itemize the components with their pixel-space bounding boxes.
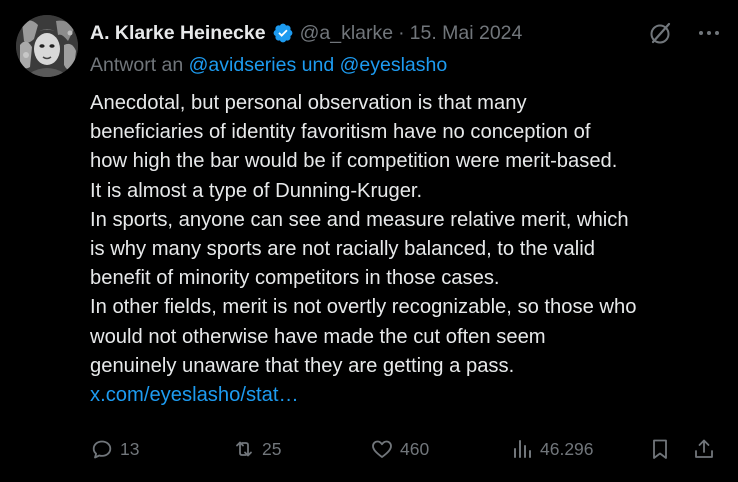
reply-button[interactable]: 13 — [90, 434, 139, 464]
author-name[interactable]: A. Klarke Heinecke — [90, 22, 266, 45]
author-handle[interactable]: @a_klarke — [300, 22, 394, 45]
heart-icon — [372, 440, 392, 458]
repost-icon — [236, 441, 252, 457]
bookmark-icon — [653, 439, 667, 459]
tweet-text-line: In sports, anyone can see and measure re… — [90, 208, 629, 231]
avatar-image — [16, 15, 78, 77]
views-button[interactable]: 46.296 — [510, 434, 594, 464]
like-count: 460 — [400, 438, 430, 459]
action-bar: 13 25 460 46.296 — [90, 434, 722, 464]
views-count: 46.296 — [540, 438, 594, 459]
reply-context: Antwort an @avidseries und @eyeslasho — [90, 54, 722, 77]
grok-icon[interactable] — [648, 20, 674, 46]
repost-button[interactable]: 25 — [232, 434, 281, 464]
bookmark-button[interactable] — [648, 434, 672, 464]
tweet-text-line: Anecdotal, but personal observation is t… — [90, 92, 527, 114]
tweet-date[interactable]: 15. Mai 2024 — [410, 22, 523, 45]
tweet-text-line: genuinely unaware that they are getting … — [90, 354, 515, 377]
reply-count: 13 — [120, 438, 140, 459]
tweet-link[interactable]: x.com/eyeslasho/stat… — [90, 381, 730, 410]
tweet-text-line: how high the bar would be if competition… — [90, 150, 618, 173]
avatar[interactable] — [16, 15, 78, 77]
tweet-text: Anecdotal, but personal observation is t… — [90, 89, 730, 410]
share-icon — [695, 439, 713, 458]
verified-badge-icon — [272, 22, 294, 44]
tweet-text-line: is why many sports are not racially bala… — [90, 238, 595, 261]
more-icon[interactable] — [696, 20, 722, 46]
views-chart-icon — [514, 440, 531, 458]
repost-count: 25 — [262, 438, 282, 459]
reply-handles-link[interactable]: @avidseries und @eyeslasho — [189, 54, 448, 76]
tweet-text-line: beneficiaries of identity favoritism hav… — [90, 121, 591, 144]
tweet-text-line: would not otherwise have made the cut of… — [90, 325, 546, 348]
like-button[interactable]: 460 — [370, 434, 429, 464]
reply-icon — [92, 440, 112, 459]
separator-dot: · — [398, 21, 405, 44]
share-button[interactable] — [692, 434, 716, 464]
tweet-header: A. Klarke Heinecke @a_klarke · 15. Mai 2… — [90, 18, 722, 48]
tweet-text-line: It is almost a type of Dunning-Kruger. — [90, 179, 423, 202]
tweet-text-line: benefit of minority competitors in those… — [90, 267, 500, 290]
reply-prefix: Antwort an — [90, 54, 184, 76]
tweet-text-line: In other fields, merit is not overtly re… — [90, 296, 637, 319]
